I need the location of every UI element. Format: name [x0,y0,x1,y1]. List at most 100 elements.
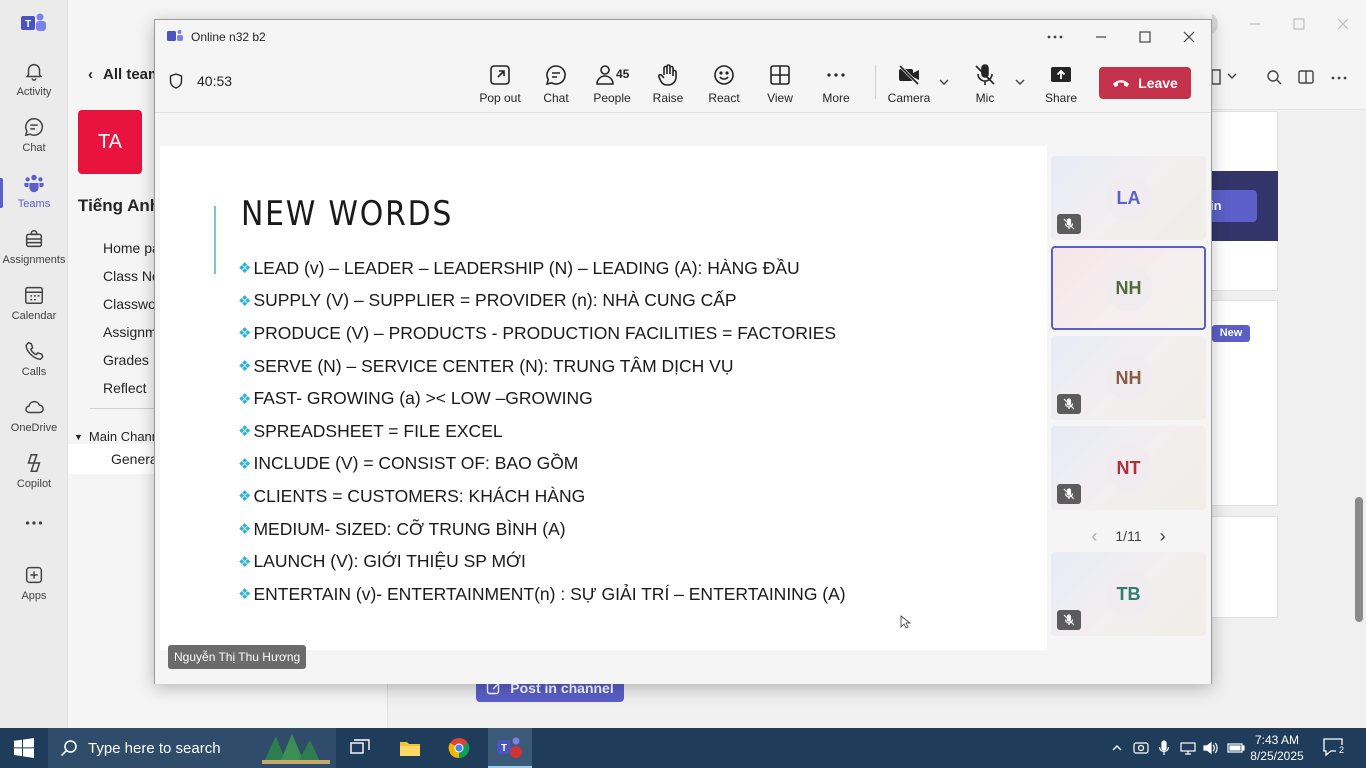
slide-bullet: ❖ LEAD (v) – LEADER – LEADERSHIP (N) – L… [238,252,846,285]
more-actions-button[interactable]: More [808,63,864,109]
task-view-button[interactable] [342,734,378,762]
rail-apps[interactable]: Apps [0,558,68,614]
nav-class-notebook[interactable]: Class No [103,262,160,290]
people-icon [596,65,614,85]
join-button[interactable]: in [1210,190,1257,222]
participant-initials: NT [1116,457,1141,478]
people-count: 45 [616,67,630,81]
share-label: Share [1044,91,1078,105]
rail-calls[interactable]: Calls [0,334,68,390]
chat-icon [24,118,44,137]
rail-label: Chat [22,142,46,154]
mic-off-icon [1063,218,1075,230]
meeting-timer: 40:53 [169,73,232,89]
clock-date: 8/25/2025 [1250,749,1304,763]
background-toolbar-icons [1212,69,1347,85]
rail-calendar[interactable]: Calendar [0,278,68,334]
battery-icon [1227,743,1245,753]
rail-copilot[interactable]: Copilot [0,446,68,502]
close-button[interactable] [1175,26,1203,48]
muted-badge [1057,610,1081,630]
view-label: View [767,91,793,105]
grid-view-icon [770,65,790,85]
more-options-button[interactable] [1041,26,1069,48]
nav-reflect[interactable]: Reflect [103,374,160,402]
slide-title: NEW WORDS [241,194,454,234]
scrollbar[interactable] [1355,497,1363,622]
channels-header[interactable]: ▼ Main Channe [74,429,166,444]
nav-grades[interactable]: Grades [103,346,160,374]
participant-avatar: NH [1105,355,1152,401]
back-to-teams[interactable]: ‹ All team [88,66,161,83]
people-label: People [593,91,631,105]
chevron-left-icon[interactable]: ‹ [1091,526,1097,547]
nav-assignments[interactable]: Assignm [103,318,160,346]
pop-out-label: Pop out [479,91,521,105]
slide-bullet: ❖ ENTERTAIN (v)- ENTERTAINMENT(n) : SỰ GI… [238,578,846,611]
rail-assignments[interactable]: Assignments [0,222,68,278]
tray-mic-icon[interactable] [1154,738,1174,758]
teams-logo-icon[interactable]: T [21,12,47,34]
mic-off-icon [1063,488,1075,500]
rail-activity[interactable]: Activity [0,54,68,110]
raise-hand-button[interactable]: Raise [640,63,696,109]
tray-volume-icon[interactable] [1201,738,1221,758]
bell-icon [25,63,43,81]
teams-taskbar-button[interactable]: T [488,728,532,768]
participant-tile-active[interactable]: NH [1051,246,1206,330]
diamond-bullet-icon: ❖ [238,390,252,408]
leave-button[interactable]: Leave [1099,67,1191,99]
muted-badge [1057,214,1081,234]
team-avatar: TA [78,110,142,174]
show-hidden-icons[interactable] [1107,738,1127,758]
mic-button[interactable]: Mic [957,63,1013,109]
chat-label: Chat [543,91,569,105]
phone-icon [25,341,44,360]
rail-chat[interactable]: Chat [0,110,68,166]
camera-label: Camera [887,91,931,105]
rail-label: Calendar [11,310,57,322]
participant-tile[interactable]: LA [1051,156,1206,240]
participant-tile[interactable]: NH [1051,336,1206,420]
bullet-text: MEDIUM- SIZED: CỠ TRUNG BÌNH (A) [253,518,566,539]
slide-bullet: ❖ CLIENTS = CUSTOMERS: KHÁCH HÀNG [238,480,846,513]
share-button[interactable]: Share [1033,63,1089,109]
participant-tile[interactable]: NT [1051,426,1206,510]
pop-out-button[interactable]: Pop out [472,63,528,109]
chevron-down-icon[interactable] [937,75,951,89]
minimize-button[interactable] [1087,26,1115,48]
notification-center-button[interactable]: 2 [1322,737,1347,759]
file-explorer-button[interactable] [392,734,428,762]
participant-pager: ‹ 1/11 › [1051,524,1206,548]
maximize-button[interactable] [1131,26,1159,48]
react-button[interactable]: React [696,63,752,109]
tray-meet-icon[interactable] [1131,738,1151,758]
diamond-bullet-icon: ❖ [238,260,252,278]
tray-network-icon[interactable] [1178,738,1198,758]
muted-badge [1057,394,1081,414]
nav-home[interactable]: Home pa [103,234,160,262]
caret-down-icon: ▼ [74,431,83,442]
mic-off-icon [1063,398,1075,410]
nav-classwork[interactable]: Classwo [103,290,160,318]
participant-tile[interactable]: TB [1051,552,1206,636]
muted-badge [1057,484,1081,504]
participant-avatar: TB [1105,571,1152,617]
more-icon [827,73,845,77]
chevron-down-icon[interactable] [1013,75,1027,89]
rail-teams[interactable]: Teams [0,166,68,222]
tray-battery-icon[interactable] [1226,738,1246,758]
search-placeholder: Type here to search [88,739,221,757]
camera-button[interactable]: Camera [881,63,937,109]
people-button[interactable]: 45 People [584,63,640,109]
system-clock[interactable]: 7:43 AM 8/25/2025 [1247,732,1307,764]
chat-button[interactable]: Chat [528,63,584,109]
chrome-button[interactable] [441,734,477,762]
chevron-right-icon[interactable]: › [1160,526,1166,547]
new-badge: New [1212,325,1250,342]
rail-onedrive[interactable]: OneDrive [0,390,68,446]
copilot-icon [27,454,41,472]
windows-start-icon[interactable] [14,738,34,758]
rail-more[interactable] [0,506,68,562]
view-button[interactable]: View [752,63,808,109]
